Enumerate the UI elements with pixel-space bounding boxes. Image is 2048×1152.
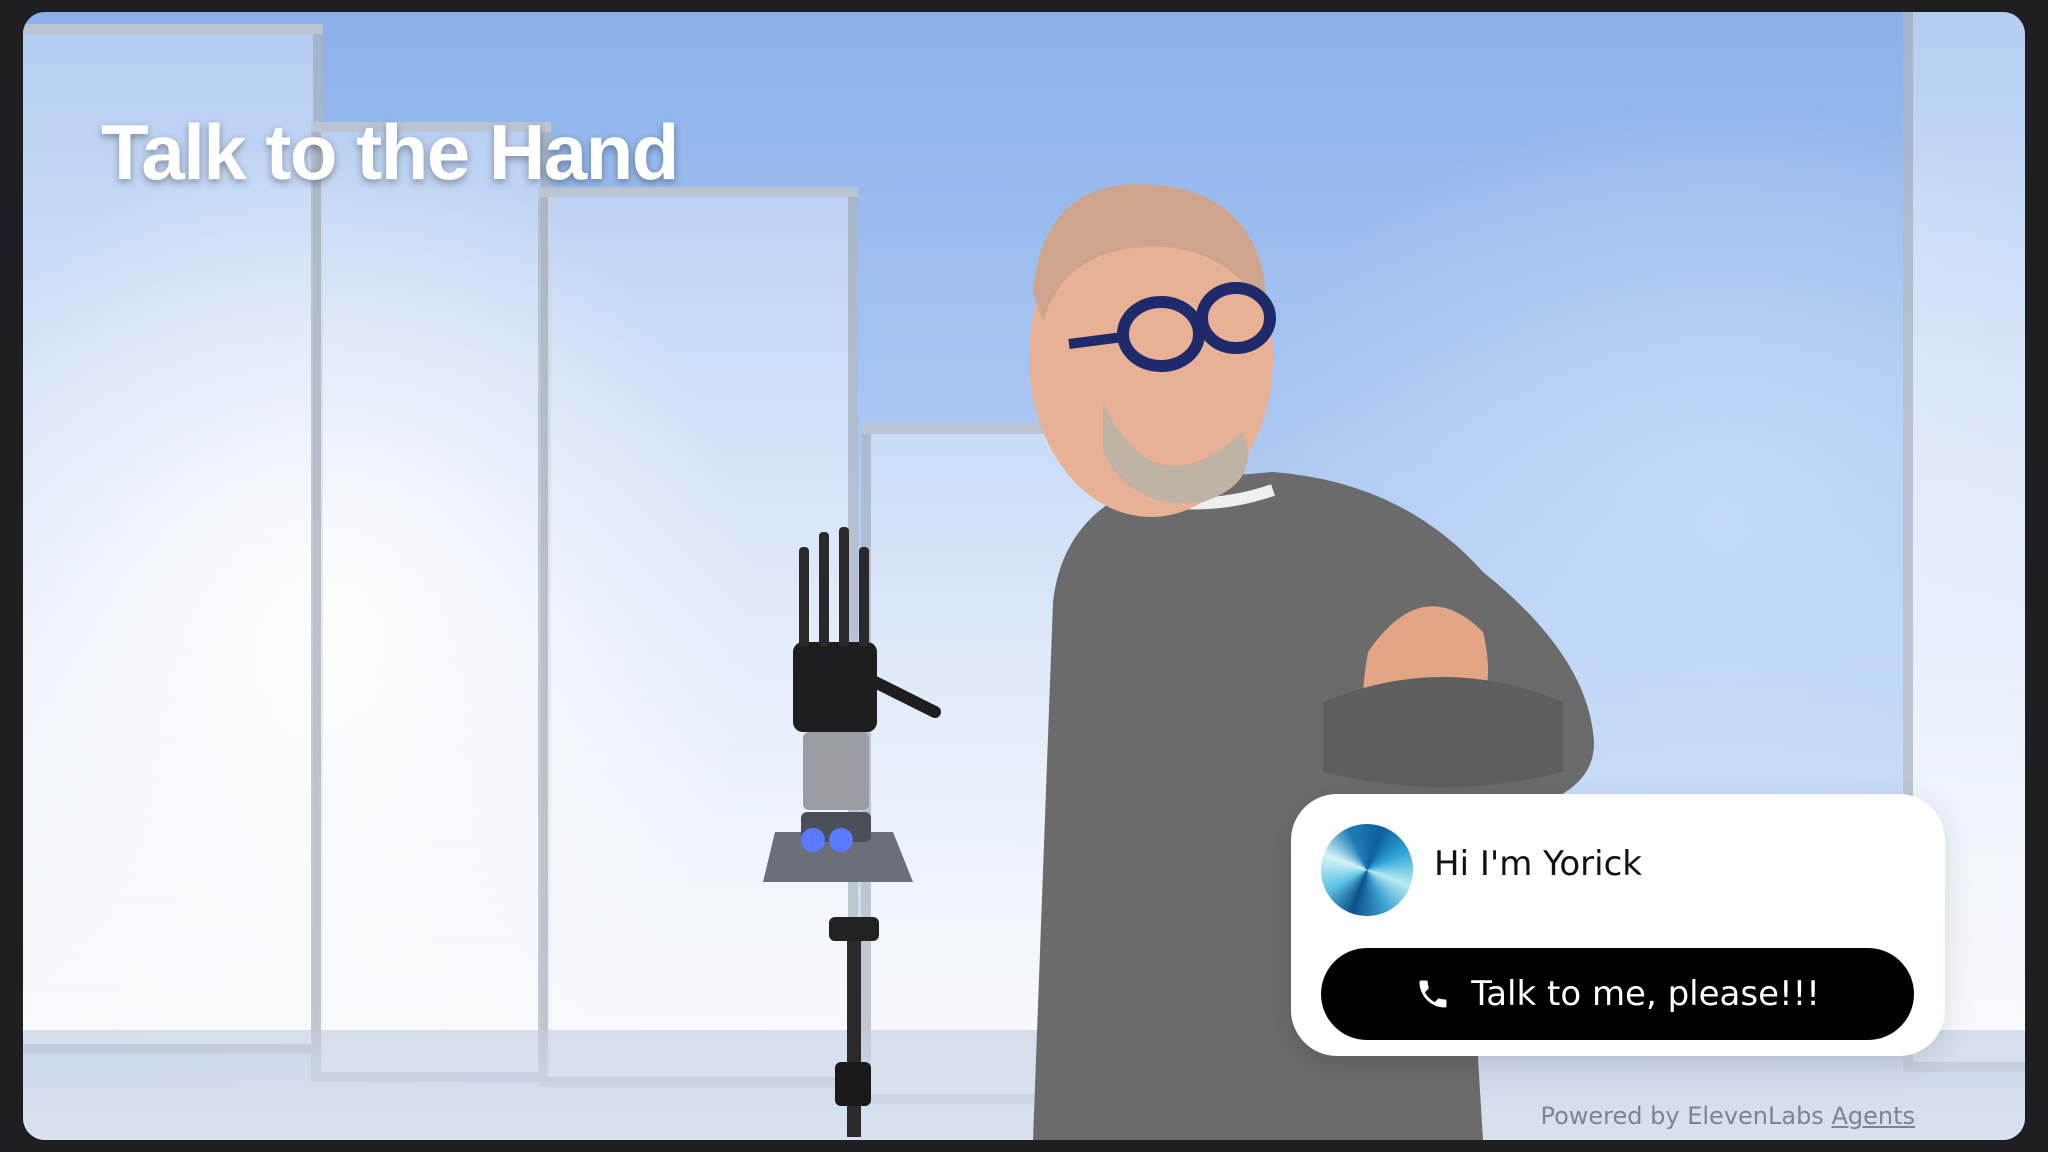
robot-hand-illustration xyxy=(763,527,941,1137)
gradient-orb-icon xyxy=(1321,824,1413,916)
phone-icon xyxy=(1415,976,1451,1012)
agent-greeting: Hi I'm Yorick xyxy=(1434,844,1642,884)
start-call-label: Talk to me, please!!! xyxy=(1471,974,1820,1014)
page-title: Talk to the Hand xyxy=(101,108,679,196)
start-call-button[interactable]: Talk to me, please!!! xyxy=(1321,948,1914,1040)
agents-link[interactable]: Agents xyxy=(1831,1102,1915,1130)
hero-frame: Talk to the Hand Hi I'm Yorick Talk to m… xyxy=(23,12,2025,1140)
powered-by-text: Powered by ElevenLabs xyxy=(1540,1102,1824,1130)
voice-agent-widget: Hi I'm Yorick Talk to me, please!!! xyxy=(1291,794,1945,1056)
powered-by-footer: Powered by ElevenLabs Agents xyxy=(1540,1102,1915,1130)
